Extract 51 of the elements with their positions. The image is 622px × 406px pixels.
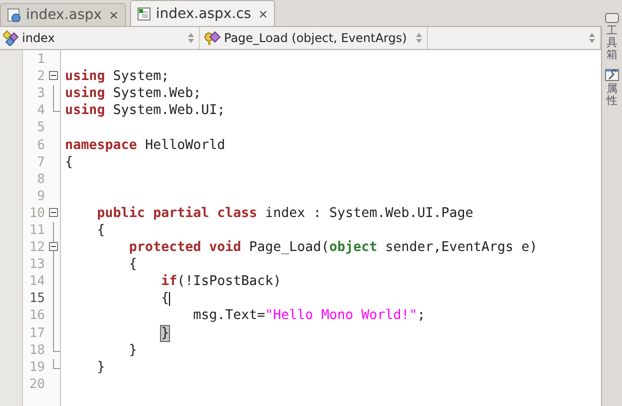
code-line: if(!IsPostBack): [160, 274, 282, 290]
key-diamond-icon: [203, 30, 221, 46]
diamonds-icon: [3, 30, 19, 46]
line-number: 18: [28, 342, 45, 358]
line-number: 12: [28, 240, 45, 256]
code-line: {: [65, 154, 74, 170]
code-line: }: [128, 342, 138, 358]
code-line: using System;: [65, 69, 170, 84]
close-icon[interactable]: ×: [106, 8, 119, 22]
line-number: 13: [28, 257, 45, 272]
spinner-arrows-icon: [187, 31, 195, 45]
line-number: 5: [36, 120, 45, 136]
line-number: 19: [28, 360, 45, 375]
line-number: 8: [36, 172, 45, 187]
line-number: 17: [28, 326, 45, 341]
code-line: public partial class index : System.Web.UI.Page: [96, 206, 474, 221]
code-line: using System.Web.UI;: [65, 103, 226, 118]
code-line: msg.Text="Hello Mono World!";: [192, 308, 426, 324]
dock-tab[interactable]: 属性: [605, 69, 619, 108]
code-line: {: [96, 222, 106, 238]
code-file-icon: [136, 6, 151, 20]
line-number: 15: [28, 291, 45, 306]
spinner-arrows-icon: [415, 31, 423, 45]
code-line: {: [128, 257, 138, 272]
line-number: 16: [28, 308, 45, 324]
line-number: 10: [28, 206, 45, 221]
line-number: 9: [36, 188, 45, 204]
code-line: {: [160, 291, 170, 306]
fold-line: [53, 358, 60, 369]
code-line: protected void Page_Load(object sender,EventArgs e): [128, 240, 538, 256]
code-line: namespace HelloWorld: [65, 138, 226, 153]
line-number: 4: [36, 103, 45, 118]
line-number: 2: [36, 69, 45, 84]
line-number: 6: [36, 138, 45, 153]
fold-line: [53, 222, 54, 240]
line-number: 3: [36, 86, 45, 102]
wrench-icon: [605, 69, 619, 82]
line-number: 1: [36, 52, 45, 68]
line-number: 20: [28, 376, 45, 392]
close-icon[interactable]: ×: [256, 6, 268, 20]
panel-icon: [605, 13, 619, 23]
file-tab[interactable]: index.aspx.cs ×: [130, 0, 276, 26]
dock-tab[interactable]: 工具箱: [605, 13, 619, 62]
file-tab[interactable]: index.aspx ×: [0, 3, 126, 26]
spinner-arrows-icon: [588, 31, 596, 45]
globe-page-icon: [7, 8, 21, 22]
line-number: 7: [36, 154, 45, 170]
code-line: }: [96, 360, 106, 375]
line-number: 14: [28, 274, 45, 290]
line-number: 11: [28, 222, 45, 238]
code-line: using System.Web;: [65, 86, 202, 102]
